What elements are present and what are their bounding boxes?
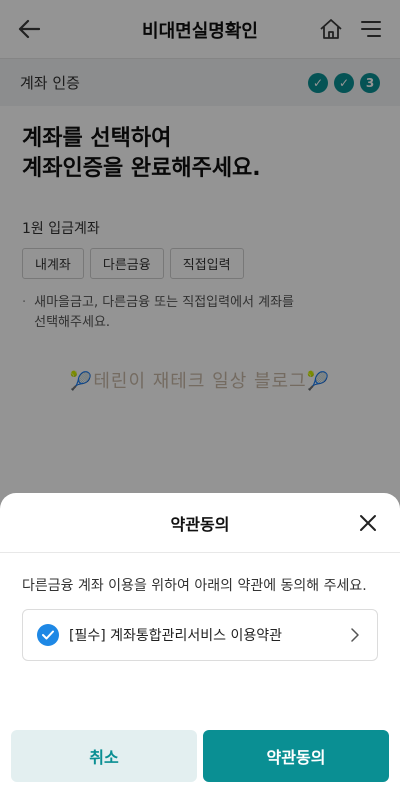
sheet-header: 약관동의 <box>0 493 400 553</box>
sheet-body: 다른금융 계좌 이용을 위하여 아래의 약관에 동의해 주세요. [필수] 계좌… <box>0 553 400 661</box>
cancel-button[interactable]: 취소 <box>11 730 197 782</box>
agree-button[interactable]: 약관동의 <box>203 730 389 782</box>
close-button[interactable] <box>356 511 380 535</box>
sheet-actions: 취소 약관동의 <box>11 730 389 782</box>
chevron-right-icon <box>351 628 359 642</box>
sheet-title: 약관동의 <box>170 514 230 534</box>
home-icon <box>320 19 342 39</box>
arrow-left-icon <box>18 19 40 39</box>
terms-bottom-sheet: 약관동의 다른금융 계좌 이용을 위하여 아래의 약관에 동의해 주세요. [필… <box>0 493 400 787</box>
agreement-label: [필수] 계좌통합관리서비스 이용약관 <box>69 628 283 644</box>
close-icon <box>360 515 376 531</box>
back-button[interactable] <box>16 16 42 42</box>
check-icon <box>42 630 54 640</box>
view-terms-button[interactable] <box>347 627 363 643</box>
agreement-item[interactable]: [필수] 계좌통합관리서비스 이용약관 <box>22 609 378 661</box>
menu-button[interactable] <box>358 16 384 42</box>
hamburger-menu-icon <box>361 21 381 37</box>
agreement-checkbox[interactable] <box>37 624 59 646</box>
home-button[interactable] <box>318 16 344 42</box>
sheet-description: 다른금융 계좌 이용을 위하여 아래의 약관에 동의해 주세요. <box>22 578 367 594</box>
